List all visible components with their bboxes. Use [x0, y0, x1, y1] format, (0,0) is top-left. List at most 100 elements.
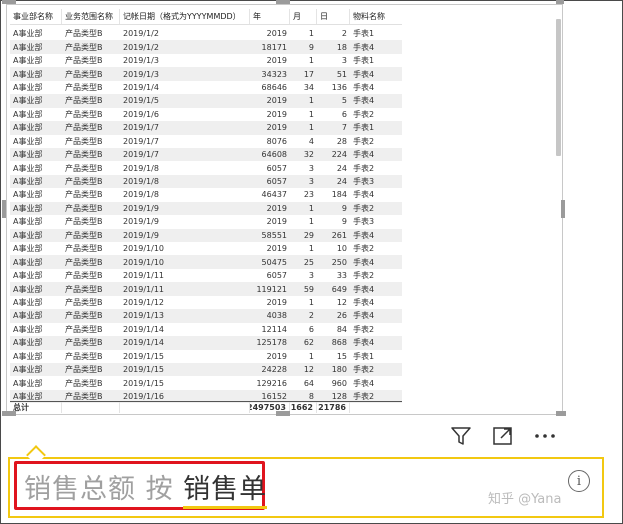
resize-handle[interactable] — [556, 0, 564, 4]
table-cell: 产品类型B — [65, 29, 103, 39]
table-row[interactable]: A事业部 产品类型B 2019/1/6 2019 1 6 手表2 — [10, 107, 402, 122]
table-cell: 手表4 — [353, 257, 375, 267]
table-cell: 12 — [303, 365, 314, 375]
resize-handle[interactable] — [561, 200, 565, 218]
table-row[interactable]: A事业部 产品类型B 2019/1/14 12114 6 84 手表2 — [10, 322, 402, 337]
table-cell: 1 — [308, 217, 314, 227]
table-cell: 产品类型B — [65, 257, 103, 267]
info-icon[interactable]: i — [568, 470, 590, 492]
table-visual[interactable]: 事业部名称 业务范围名称 记帐日期（格式为YYYYMMDD） 年 月 日 物料名… — [6, 4, 563, 415]
table-cell: A事业部 — [13, 42, 43, 52]
table-row[interactable]: A事业部 产品类型B 2019/1/11 6057 3 33 手表2 — [10, 268, 402, 283]
table-cell: 2019 — [266, 56, 287, 66]
table-body: A事业部 产品类型B 2019/1/2 2019 1 2 手表1 A事业部 产品类型B 2019/… — [10, 27, 402, 404]
table-cell: 6 — [341, 109, 347, 119]
table-cell: 46437 — [261, 190, 287, 200]
table-row[interactable]: A事业部 产品类型B 2019/1/13 4038 2 26 手表4 — [10, 309, 402, 323]
table-row[interactable]: A事业部 产品类型B 2019/1/3 34323 17 51 手表4 — [10, 67, 402, 81]
table-cell: 1 — [308, 297, 314, 307]
qa-question[interactable]: 销售总额 按 销售单 — [24, 467, 268, 509]
table-row[interactable]: A事业部 产品类型B 2019/1/2 2019 1 2 手表1 — [10, 27, 402, 41]
table-row[interactable]: A事业部 产品类型B 2019/1/7 64608 32 224 手表4 — [10, 147, 402, 162]
resize-handle[interactable] — [276, 411, 290, 416]
table-row[interactable]: A事业部 产品类型B 2019/1/15 129216 64 960 手表4 — [10, 376, 402, 390]
table-cell: 4 — [308, 136, 314, 146]
table-row[interactable]: A事业部 产品类型B 2019/1/9 58551 29 261 手表4 — [10, 228, 402, 242]
table-cell: A事业部 — [13, 284, 43, 294]
table-cell: 2019/1/14 — [123, 338, 165, 348]
table-cell: 2019/1/15 — [123, 351, 165, 361]
table-row[interactable]: A事业部 产品类型B 2019/1/4 68646 34 136 手表4 — [10, 80, 402, 95]
table-header: 事业部名称 业务范围名称 记帐日期（格式为YYYYMMDD） 年 月 日 物料名… — [10, 9, 402, 25]
more-options-icon[interactable] — [533, 424, 557, 448]
table-cell: 18 — [336, 42, 347, 52]
table-cell: 手表2 — [353, 365, 375, 375]
table-cell: 产品类型B — [65, 324, 103, 334]
table-cell: 7 — [341, 123, 347, 133]
table-row[interactable]: A事业部 产品类型B 2019/1/2 18171 9 18 手表4 — [10, 40, 402, 54]
table-cell: 1 — [308, 123, 314, 133]
resize-handle[interactable] — [2, 200, 6, 218]
resize-handle[interactable] — [276, 0, 290, 4]
table-cell: 产品类型B — [65, 230, 103, 240]
table-cell: 3 — [308, 271, 314, 281]
table-row[interactable]: A事业部 产品类型B 2019/1/14 125178 62 868 手表4 — [10, 336, 402, 350]
table-row[interactable]: A事业部 产品类型B 2019/1/8 6057 3 24 手表2 — [10, 161, 402, 175]
filter-icon[interactable] — [449, 424, 473, 448]
table-cell: 2019/1/7 — [123, 136, 159, 146]
table-total-row: 总计 2497503 1662 21786 — [10, 401, 402, 413]
table-row[interactable]: A事业部 产品类型B 2019/1/8 6057 3 24 手表3 — [10, 174, 402, 189]
table-row[interactable]: A事业部 产品类型B 2019/1/11 119121 59 649 手表4 — [10, 282, 402, 296]
column-header[interactable]: 年 — [250, 9, 290, 24]
column-header[interactable]: 物料名称 — [350, 9, 402, 24]
table-cell: 产品类型B — [65, 163, 103, 173]
table-cell: 产品类型B — [65, 271, 103, 281]
table-row[interactable]: A事业部 产品类型B 2019/1/10 2019 1 10 手表2 — [10, 242, 402, 256]
vertical-scrollbar[interactable] — [556, 19, 561, 156]
table-cell: 17 — [303, 69, 314, 79]
table-cell: A事业部 — [13, 257, 43, 267]
table-row[interactable]: A事业部 产品类型B 2019/1/10 50475 25 250 手表4 — [10, 255, 402, 269]
table-cell: 手表1 — [353, 351, 375, 361]
table-row[interactable]: A事业部 产品类型B 2019/1/12 2019 1 12 手表4 — [10, 295, 402, 310]
table-cell: 1 — [308, 29, 314, 39]
resize-handle[interactable] — [556, 411, 566, 416]
table-cell: A事业部 — [13, 244, 43, 254]
table-cell: 手表2 — [353, 163, 375, 173]
table-cell: 250 — [331, 257, 347, 267]
resize-handle[interactable] — [2, 411, 16, 416]
column-header[interactable]: 业务范围名称 — [62, 9, 120, 24]
table-cell: 产品类型B — [65, 42, 103, 52]
table-cell: 23 — [303, 190, 314, 200]
column-header[interactable]: 日 — [317, 9, 350, 24]
total-day: 21786 — [317, 402, 350, 413]
column-header[interactable]: 月 — [290, 9, 317, 24]
table-row[interactable]: A事业部 产品类型B 2019/1/7 2019 1 7 手表1 — [10, 121, 402, 135]
table-cell: 1 — [308, 109, 314, 119]
table-row[interactable]: A事业部 产品类型B 2019/1/9 2019 1 9 手表3 — [10, 215, 402, 229]
column-header[interactable]: 记帐日期（格式为YYYYMMDD） — [120, 9, 250, 24]
table-cell: 产品类型B — [65, 69, 103, 79]
table-cell: 手表4 — [353, 69, 375, 79]
table-row[interactable]: A事业部 产品类型B 2019/1/15 2019 1 15 手表1 — [10, 349, 402, 363]
table-row[interactable]: A事业部 产品类型B 2019/1/15 24228 12 180 手表2 — [10, 362, 402, 377]
resize-handle[interactable] — [2, 0, 16, 4]
table-row[interactable]: A事业部 产品类型B 2019/1/8 46437 23 184 手表4 — [10, 188, 402, 202]
table-cell: 产品类型B — [65, 123, 103, 133]
table-cell: 2019/1/10 — [123, 257, 165, 267]
column-header[interactable]: 事业部名称 — [10, 9, 62, 24]
table-cell: 手表4 — [353, 96, 375, 106]
table-cell: 3 — [341, 56, 347, 66]
table-cell: 手表2 — [353, 136, 375, 146]
table-cell: 2019 — [266, 96, 287, 106]
focus-mode-icon[interactable] — [491, 424, 515, 448]
table-cell: 2 — [308, 311, 314, 321]
table-cell: 产品类型B — [65, 109, 103, 119]
table-row[interactable]: A事业部 产品类型B 2019/1/3 2019 1 3 手表1 — [10, 53, 402, 68]
table-row[interactable]: A事业部 产品类型B 2019/1/9 2019 1 9 手表2 — [10, 201, 402, 216]
table-cell: 59 — [303, 284, 314, 294]
table-row[interactable]: A事业部 产品类型B 2019/1/7 8076 4 28 手表2 — [10, 134, 402, 148]
table-cell: 9 — [308, 42, 314, 52]
table-row[interactable]: A事业部 产品类型B 2019/1/5 2019 1 5 手表4 — [10, 94, 402, 108]
table-cell: 58551 — [261, 230, 287, 240]
